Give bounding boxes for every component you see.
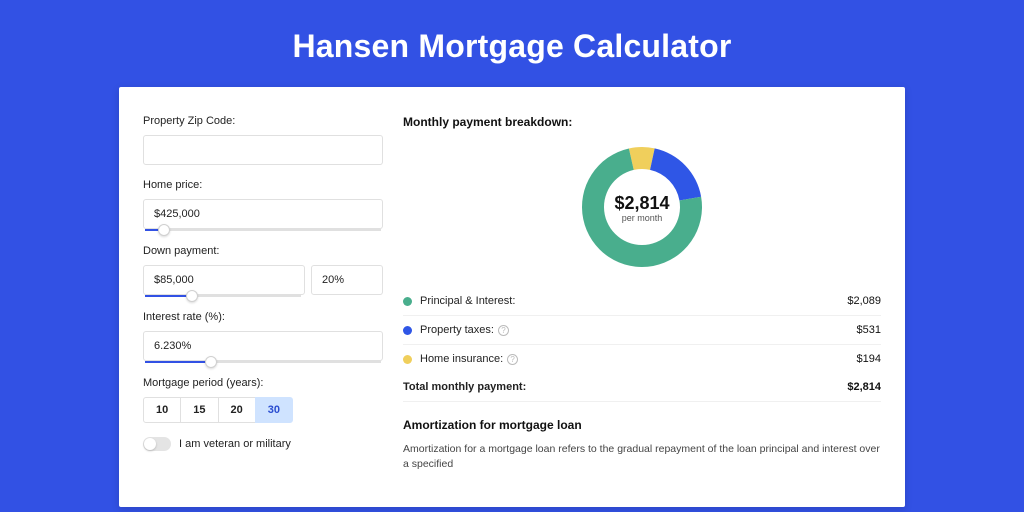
amortization-title: Amortization for mortgage loan <box>403 418 881 432</box>
period-btn-15[interactable]: 15 <box>180 397 218 423</box>
down-payment-slider[interactable] <box>145 295 301 297</box>
down-payment-amount-input[interactable] <box>143 265 305 295</box>
info-icon[interactable]: ? <box>498 325 509 336</box>
interest-rate-slider[interactable] <box>145 361 381 363</box>
period-label: Mortgage period (years): <box>143 377 383 389</box>
field-zip: Property Zip Code: <box>143 115 383 165</box>
calculator-card: Property Zip Code: Home price: Down paym… <box>119 87 905 507</box>
legend-label: Principal & Interest: <box>420 295 515 307</box>
home-price-input[interactable] <box>143 199 383 229</box>
field-period: Mortgage period (years): 10 15 20 30 <box>143 377 383 423</box>
page-title: Hansen Mortgage Calculator <box>0 0 1024 87</box>
legend-total-value: $2,814 <box>847 381 881 393</box>
interest-rate-label: Interest rate (%): <box>143 311 383 323</box>
field-home-price: Home price: <box>143 179 383 231</box>
home-price-slider[interactable] <box>145 229 381 231</box>
legend-row-tax: Property taxes:? $531 <box>403 316 881 345</box>
legend-row-pi: Principal & Interest: $2,089 <box>403 287 881 316</box>
legend-total-label: Total monthly payment: <box>403 381 526 393</box>
donut-chart: $2,814per month <box>572 137 712 277</box>
slider-fill <box>145 361 211 363</box>
slider-fill <box>145 295 192 297</box>
period-btn-10[interactable]: 10 <box>143 397 181 423</box>
field-down-payment: Down payment: <box>143 245 383 297</box>
period-btn-30[interactable]: 30 <box>255 397 293 423</box>
breakdown-title: Monthly payment breakdown: <box>403 115 881 129</box>
legend-value: $531 <box>857 324 881 336</box>
donut-chart-wrap: $2,814per month <box>403 133 881 287</box>
breakdown-panel: Monthly payment breakdown: $2,814per mon… <box>403 115 881 507</box>
veteran-toggle-row: I am veteran or military <box>143 437 383 451</box>
form-panel: Property Zip Code: Home price: Down paym… <box>143 115 383 507</box>
slider-knob[interactable] <box>186 290 198 302</box>
slider-knob[interactable] <box>205 356 217 368</box>
legend-value: $2,089 <box>847 295 881 307</box>
legend-row-ins: Home insurance:? $194 <box>403 345 881 373</box>
interest-rate-input[interactable] <box>143 331 383 361</box>
donut-center-sub: per month <box>622 213 663 223</box>
legend-value: $194 <box>857 353 881 365</box>
period-button-group: 10 15 20 30 <box>143 397 383 423</box>
legend-label: Home insurance: <box>420 353 503 365</box>
legend-label: Property taxes: <box>420 324 494 336</box>
home-price-label: Home price: <box>143 179 383 191</box>
toggle-knob <box>144 438 156 450</box>
legend-dot <box>403 297 412 306</box>
down-payment-percent-input[interactable] <box>311 265 383 295</box>
zip-input[interactable] <box>143 135 383 165</box>
period-btn-20[interactable]: 20 <box>218 397 256 423</box>
legend-total-row: Total monthly payment: $2,814 <box>403 373 881 402</box>
zip-label: Property Zip Code: <box>143 115 383 127</box>
legend-dot <box>403 326 412 335</box>
legend: Principal & Interest: $2,089 Property taxe… <box>403 287 881 373</box>
info-icon[interactable]: ? <box>507 354 518 365</box>
legend-dot <box>403 355 412 364</box>
donut-center-amount: $2,814 <box>614 193 669 213</box>
field-interest-rate: Interest rate (%): <box>143 311 383 363</box>
slider-knob[interactable] <box>158 224 170 236</box>
amortization-text: Amortization for a mortgage loan refers … <box>403 442 881 471</box>
veteran-label: I am veteran or military <box>179 438 291 450</box>
veteran-toggle[interactable] <box>143 437 171 451</box>
down-payment-label: Down payment: <box>143 245 383 257</box>
